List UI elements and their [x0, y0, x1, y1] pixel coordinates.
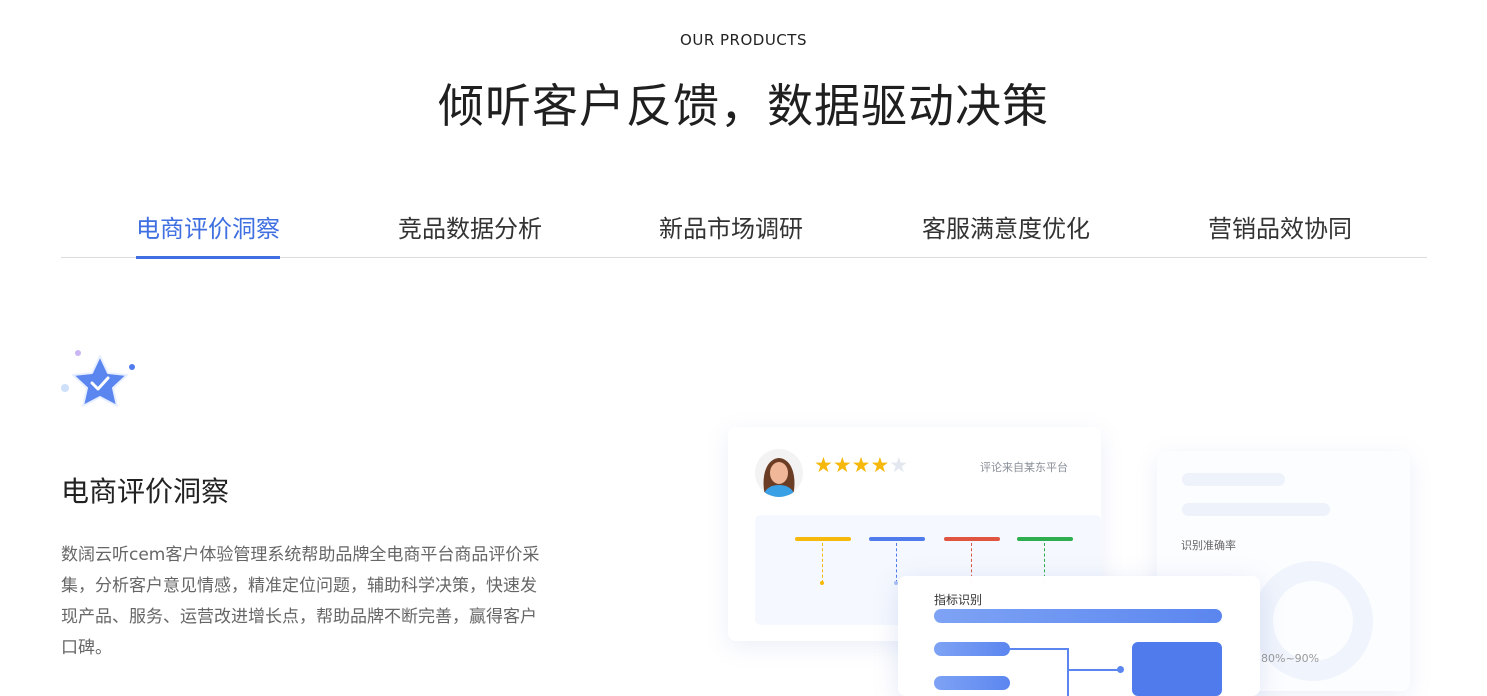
tab-new-product-research[interactable]: 新品市场调研: [659, 209, 803, 244]
review-source: 评论来自某东平台: [980, 461, 1068, 474]
tab-competitor-analysis[interactable]: 竞品数据分析: [398, 209, 542, 244]
product-illustration: 识别准确率 80%~90% ★★★★★ 评论来自某东平台 指标识别: [700, 410, 1487, 696]
avatar: [755, 449, 803, 497]
accuracy-label: 识别准确率: [1181, 539, 1236, 552]
active-tab-indicator: [136, 256, 280, 259]
tab-service-satisfaction[interactable]: 客服满意度优化: [922, 209, 1090, 244]
indicator-bar: [934, 642, 1010, 656]
tab-marketing-synergy[interactable]: 营销品效协同: [1208, 209, 1352, 244]
tag-connector: [896, 543, 897, 583]
star-icon: ★: [851, 453, 871, 477]
rating-stars: ★★★★★: [814, 453, 908, 477]
connector-line: [1067, 648, 1069, 696]
star-icon: ★: [814, 453, 833, 477]
accuracy-range: 80%~90%: [1261, 652, 1320, 665]
page-headline: 倾听客户反馈，数据驱动决策: [438, 79, 1049, 133]
tag-bar: [795, 537, 851, 541]
indicator-block: [1132, 642, 1222, 696]
indicator-bar: [934, 609, 1222, 623]
connector-line: [1010, 648, 1068, 650]
connector-line: [1067, 669, 1121, 671]
section-description: 数阔云听cem客户体验管理系统帮助品牌全电商平台商品评价采集，分析客户意见情感，…: [61, 545, 540, 658]
tab-ecommerce-review[interactable]: 电商评价洞察: [136, 209, 280, 244]
section-eyebrow: OUR PRODUCTS: [680, 31, 807, 49]
indicator-bar: [934, 676, 1010, 690]
star-check-icon: [60, 348, 140, 413]
section-title: 电商评价洞察: [61, 475, 230, 508]
tag-connector: [822, 543, 823, 583]
tag-bar: [869, 537, 925, 541]
placeholder-line: [1182, 473, 1285, 486]
tag-bar: [1017, 537, 1073, 541]
star-icon: ★: [889, 453, 909, 477]
star-icon: ★: [832, 453, 852, 477]
indicator-card: 指标识别: [898, 576, 1260, 696]
star-icon: ★: [870, 453, 890, 477]
product-tabs: 电商评价洞察 竞品数据分析 新品市场调研 客服满意度优化 营销品效协同: [61, 195, 1427, 259]
tag-dot: [820, 581, 824, 585]
indicator-label: 指标识别: [934, 593, 983, 607]
tag-bar: [944, 537, 1000, 541]
connector-dot: [1117, 666, 1124, 673]
placeholder-line: [1182, 503, 1330, 516]
